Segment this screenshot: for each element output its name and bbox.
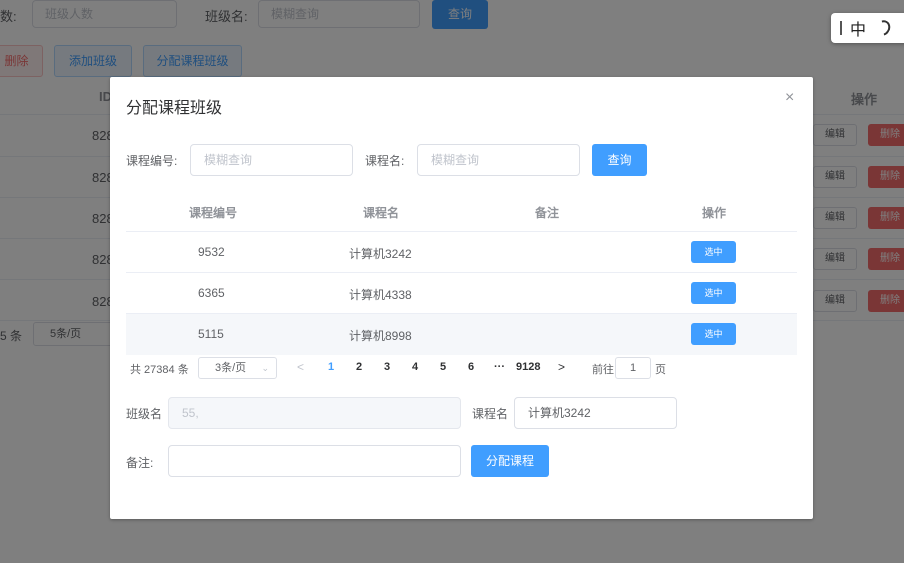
page-size-select[interactable]: 3条/页 ⌄ — [198, 357, 277, 379]
course-table: 课程编号 课程名 备注 操作 9532 计算机3242 选中 6365 计算机4… — [126, 192, 797, 355]
header-course-name: 课程名 — [363, 206, 400, 220]
page-number[interactable]: 9128 — [516, 361, 540, 373]
goto-page-input[interactable]: 1 — [615, 357, 651, 379]
table-row: 9532 计算机3242 选中 — [126, 232, 797, 273]
select-button[interactable]: 选中 — [691, 282, 736, 304]
chevron-down-icon: ⌄ — [261, 363, 269, 373]
cell-course-no: 6365 — [198, 286, 225, 300]
course-name-search-input[interactable]: 模糊查询 — [417, 144, 580, 176]
page-number[interactable]: 2 — [356, 361, 362, 373]
cell-course-name: 计算机4338 — [349, 288, 412, 302]
select-button[interactable]: 选中 — [691, 241, 736, 263]
cell-course-no: 9532 — [198, 245, 225, 259]
next-page-button[interactable]: > — [558, 360, 565, 374]
header-action: 操作 — [702, 206, 727, 220]
more-pages-button[interactable]: ··· — [494, 361, 505, 373]
course-name-field[interactable]: 计算机3242 — [514, 397, 677, 429]
course-name-label: 课程名 — [472, 407, 509, 421]
course-name-search-label: 课程名: — [365, 154, 405, 168]
page-number[interactable]: 1 — [328, 361, 334, 373]
ime-language-toggle[interactable]: 中 — [850, 16, 866, 40]
cell-course-name: 计算机3242 — [349, 247, 412, 261]
cell-course-name: 计算机8998 — [349, 329, 412, 343]
page-number[interactable]: 3 — [384, 361, 390, 373]
page-size-value: 3条/页 — [215, 362, 247, 374]
class-name-label: 班级名 — [126, 407, 163, 421]
query-button[interactable]: 查询 — [592, 144, 647, 176]
cell-course-no: 5115 — [198, 327, 224, 341]
moon-icon[interactable] — [872, 17, 894, 39]
assign-course-dialog: 分配课程班级 × 课程编号: 模糊查询 课程名: 模糊查询 查询 课程编号 课程… — [110, 77, 813, 519]
dialog-title: 分配课程班级 — [126, 100, 223, 117]
page-number[interactable]: 6 — [468, 361, 474, 373]
page-number[interactable]: 4 — [412, 361, 418, 373]
course-no-label: 课程编号: — [126, 154, 178, 168]
class-name-field: 55, — [168, 397, 461, 429]
pager-total: 共 27384 条 — [130, 364, 189, 376]
note-label: 备注: — [126, 456, 154, 470]
table-row: 5115 计算机8998 选中 — [126, 314, 797, 355]
page-suffix-label: 页 — [655, 364, 666, 376]
assign-course-submit-button[interactable]: 分配课程 — [471, 445, 549, 477]
course-no-search-input[interactable]: 模糊查询 — [190, 144, 353, 176]
prev-page-button[interactable]: < — [297, 360, 304, 374]
select-button[interactable]: 选中 — [691, 323, 736, 345]
goto-label: 前往 — [592, 364, 614, 376]
ime-toolbar: 中 — [831, 13, 904, 43]
table-row: 6365 计算机4338 选中 — [126, 273, 797, 314]
page-number[interactable]: 5 — [440, 361, 446, 373]
ime-handle-icon[interactable] — [840, 21, 842, 35]
note-field[interactable] — [168, 445, 461, 477]
header-note: 备注 — [535, 206, 560, 220]
pagination: 共 27384 条 3条/页 ⌄ < 1 2 3 4 5 6 ··· 9128 … — [130, 357, 790, 379]
close-icon[interactable]: × — [785, 90, 794, 106]
header-course-no: 课程编号 — [189, 206, 238, 220]
table-header: 课程编号 课程名 备注 操作 — [126, 192, 797, 232]
